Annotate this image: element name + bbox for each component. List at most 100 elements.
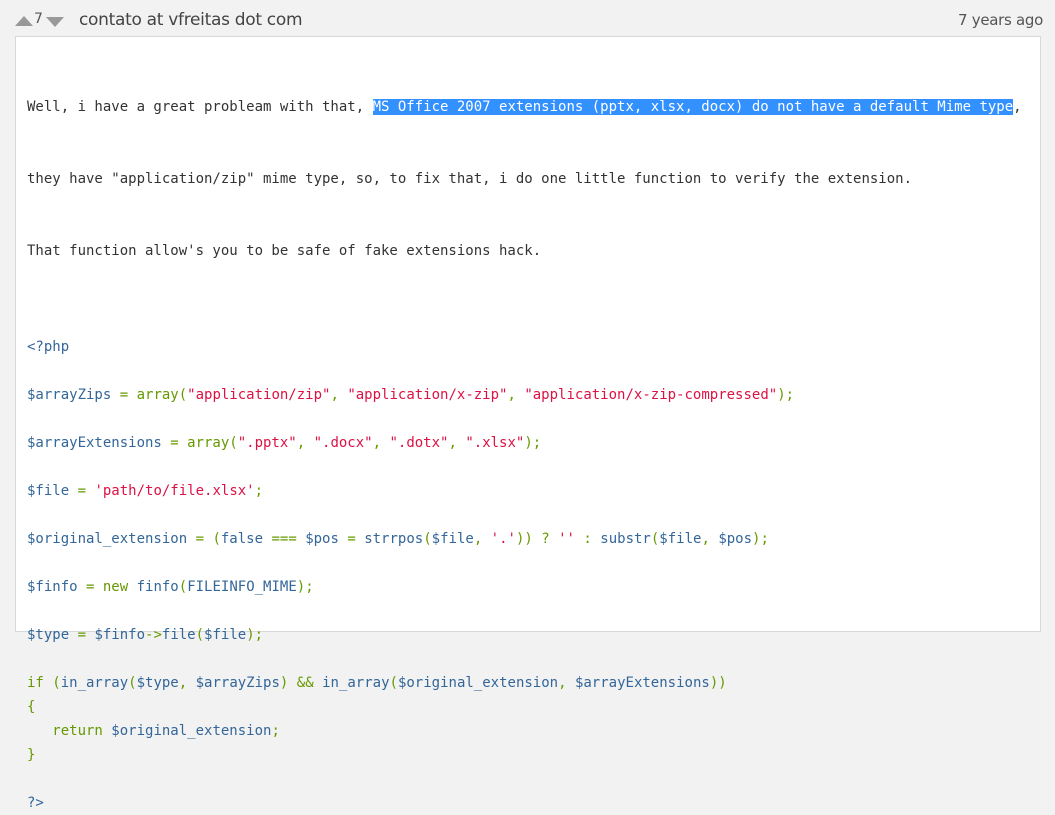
code-keyword: ; (271, 723, 280, 739)
code-identifier: $type (136, 675, 179, 691)
code-identifier: $original_extension (397, 675, 559, 691)
code-keyword: )) (709, 675, 727, 691)
code-keyword: ); (246, 627, 264, 643)
code-keyword: -> (145, 627, 162, 643)
code-keyword: ( (128, 675, 137, 691)
code-string: ".pptx" (237, 435, 297, 451)
code-keyword: = (338, 531, 365, 547)
text-before: they have "application/zip" mime type, s… (27, 171, 913, 187)
code-identifier: $arrayZips (195, 675, 280, 691)
code-keyword: if ( (27, 675, 61, 691)
code-line: { (27, 695, 1022, 719)
code-identifier: in_array (60, 675, 129, 691)
text-before: That function allow's you to be safe of … (27, 243, 542, 259)
code-line: $finfo = new finfo(FILEINFO_MIME); (27, 575, 1022, 599)
code-keyword: = (69, 483, 95, 499)
code-keyword: , (473, 531, 491, 547)
code-keyword: , (701, 531, 719, 547)
code-identifier: <?php (27, 339, 70, 355)
code-identifier: $finfo (94, 627, 146, 643)
code-keyword: ( (423, 531, 432, 547)
code-keyword: } (27, 747, 36, 763)
code-identifier: $file (659, 531, 702, 547)
code-keyword: , (330, 387, 348, 403)
code-identifier: in_array (322, 675, 390, 691)
code-line: $original_extension = (false === $pos = … (27, 527, 1022, 551)
code-string: ".dotx" (389, 435, 449, 451)
code-line: ?> (27, 791, 1022, 815)
code-line: $arrayExtensions = array(".pptx", ".docx… (27, 431, 1022, 455)
vote-down-icon[interactable] (46, 17, 64, 27)
code-keyword: , (372, 435, 390, 451)
code-keyword: = ( (187, 531, 221, 547)
code-keyword: , (296, 435, 314, 451)
code-line: $arrayZips = array("application/zip", "a… (27, 383, 1022, 407)
code-identifier: $file (431, 531, 474, 547)
code-identifier: $original_extension (111, 723, 272, 739)
code-keyword: ); (296, 579, 314, 595)
code-identifier: $pos (305, 531, 339, 547)
note-header: 7 contato at vfreitas dot com 7 years ag… (0, 0, 1055, 36)
code-keyword: ); (777, 387, 795, 403)
code-keyword: ); (752, 531, 769, 547)
text-before: Well, i have a great probleam with that, (27, 99, 373, 115)
code-keyword: return (27, 723, 112, 739)
code-identifier: $finfo (27, 579, 78, 595)
code-identifier: $file (27, 483, 70, 499)
code-line: $type = $finfo->file($file); (27, 623, 1022, 647)
code-keyword: , (507, 387, 525, 403)
code-line: <?php (27, 335, 1022, 359)
code-keyword: = (69, 627, 95, 643)
code-identifier: $arrayExtensions (574, 675, 710, 691)
selected-text: MS Office 2007 extensions (pptx, xlsx, d… (372, 99, 1014, 115)
code-identifier: file (161, 627, 196, 643)
code-string: "application/x-zip-compressed" (524, 387, 778, 403)
text-after: , (1013, 99, 1022, 115)
code-keyword: ( (389, 675, 398, 691)
code-line: } (27, 743, 1022, 767)
code-keyword: ; (254, 483, 264, 499)
code-keyword: = array( (111, 387, 188, 403)
note-date: 7 years ago (958, 11, 1043, 29)
code-keyword: ) && (279, 675, 323, 691)
code-identifier: $arrayExtensions (27, 435, 162, 451)
code-string: 'path/to/file.xlsx' (94, 483, 255, 499)
code-identifier: $original_extension (27, 531, 188, 547)
text-line: That function allow's you to be safe of … (27, 239, 1022, 263)
vote-count: 7 (34, 11, 43, 27)
code-keyword: = array( (161, 435, 238, 451)
text-line: they have "application/zip" mime type, s… (27, 167, 1022, 191)
code-string: "application/zip" (187, 387, 331, 403)
code-keyword: { (27, 699, 36, 715)
code-identifier: ?> (27, 795, 44, 811)
text-line: Well, i have a great probleam with that,… (27, 95, 1022, 119)
code-identifier: FILEINFO_MIME (187, 579, 297, 595)
code-line: return $original_extension; (27, 719, 1022, 743)
code-line: $file = 'path/to/file.xlsx'; (27, 479, 1022, 503)
note-body: Well, i have a great probleam with that,… (15, 36, 1041, 811)
code-keyword: ( (195, 627, 205, 643)
code-line: if (in_array($type, $arrayZips) && in_ar… (27, 671, 1022, 695)
code-identifier: $arrayZips (27, 387, 112, 403)
code-string: ".docx" (313, 435, 373, 451)
code-identifier: $file (204, 627, 247, 643)
note-author: contato at vfreitas dot com (79, 10, 303, 30)
code-identifier: finfo (136, 579, 179, 595)
code-string: '' (558, 531, 575, 547)
code-string: '.' (490, 531, 516, 547)
code-identifier: false (220, 531, 264, 547)
vote-up-icon[interactable] (15, 16, 33, 26)
code-identifier: strrpos (364, 531, 424, 547)
code-keyword: = new (77, 579, 137, 595)
note-content: Well, i have a great probleam with that,… (27, 47, 1022, 815)
code-keyword: ); (524, 435, 542, 451)
code-keyword: : (574, 531, 601, 547)
code-identifier: $type (27, 627, 70, 643)
